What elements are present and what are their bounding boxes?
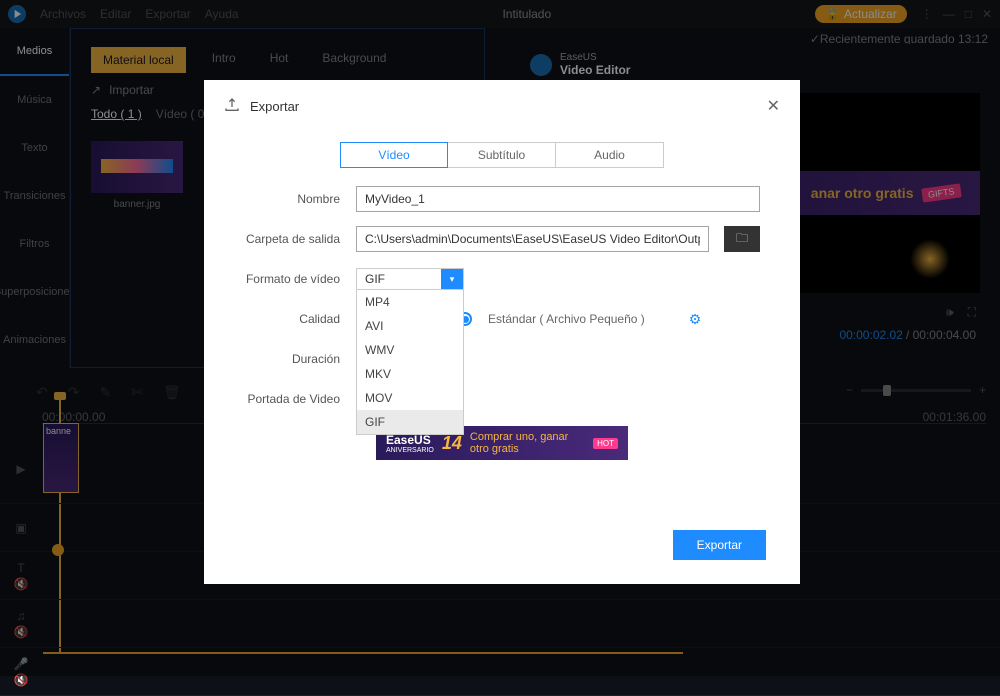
tab-audio[interactable]: Audio — [556, 142, 664, 168]
quality-standard-label: Estándar ( Archivo Pequeño ) — [488, 312, 645, 326]
label-cover: Portada de Video — [244, 392, 340, 406]
export-dialog: Exportar ✕ Vídeo Subtítulo Audio Nombre … — [204, 80, 800, 584]
promo-num: 14 — [442, 433, 462, 454]
promo-text: Comprar uno, ganar otro gratis — [470, 431, 585, 455]
format-dropdown-list: MP4 AVI WMV MKV MOV GIF — [356, 290, 464, 435]
browse-folder-button[interactable]: 🗀 — [724, 226, 760, 252]
format-option-mkv[interactable]: MKV — [357, 362, 463, 386]
label-quality: Calidad — [244, 312, 340, 326]
promo-tag: HOT — [593, 438, 618, 449]
name-input[interactable] — [356, 186, 760, 212]
dialog-title: Exportar — [250, 99, 299, 114]
export-type-tabs: Vídeo Subtítulo Audio — [204, 132, 800, 186]
format-dropdown[interactable]: GIF ▾ — [356, 268, 464, 290]
export-form: Nombre Carpeta de salida 🗀 Formato de ví… — [204, 186, 800, 460]
label-duration: Duración — [244, 352, 340, 366]
label-folder: Carpeta de salida — [244, 232, 340, 246]
export-button[interactable]: Exportar — [673, 530, 766, 560]
chevron-down-icon: ▾ — [441, 269, 463, 289]
tab-subtitle[interactable]: Subtítulo — [448, 142, 556, 168]
format-option-gif[interactable]: GIF — [357, 410, 463, 434]
format-value: GIF — [357, 269, 441, 289]
gear-icon[interactable]: ⚙ — [689, 311, 702, 328]
dialog-header: Exportar ✕ — [204, 80, 800, 132]
format-option-avi[interactable]: AVI — [357, 314, 463, 338]
folder-icon: 🗀 — [736, 229, 748, 250]
tab-video[interactable]: Vídeo — [340, 142, 448, 168]
format-option-mp4[interactable]: MP4 — [357, 290, 463, 314]
close-icon[interactable]: ✕ — [767, 96, 780, 116]
label-format: Formato de vídeo — [244, 272, 340, 286]
folder-input[interactable] — [356, 226, 709, 252]
label-name: Nombre — [244, 192, 340, 206]
format-option-wmv[interactable]: WMV — [357, 338, 463, 362]
format-option-mov[interactable]: MOV — [357, 386, 463, 410]
export-icon — [224, 97, 240, 116]
dialog-footer: Exportar — [204, 512, 800, 584]
